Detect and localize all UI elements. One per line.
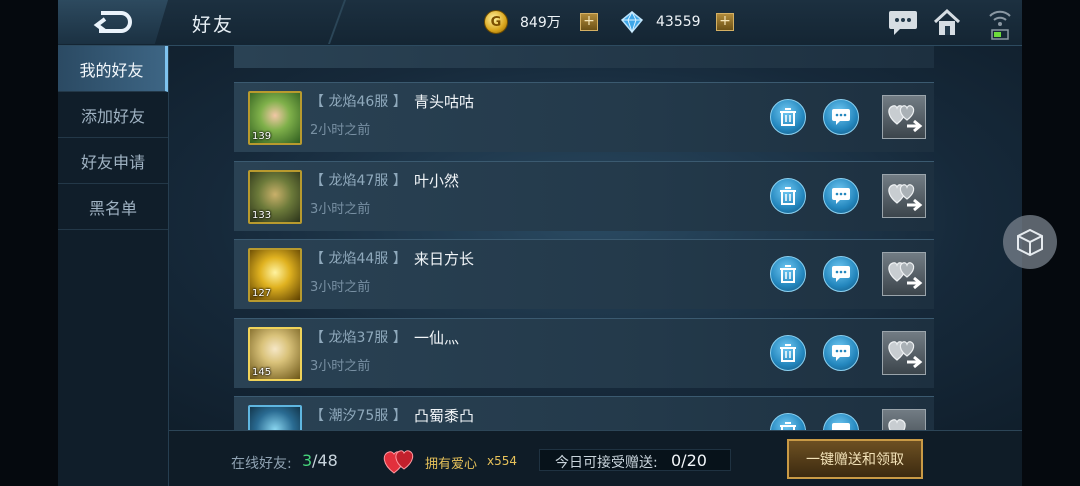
wifi-battery-icon: [983, 6, 1017, 40]
online-friends-label: 在线好友:: [231, 456, 292, 472]
partial-list-item: [234, 46, 934, 68]
left-letterbox: [0, 0, 58, 486]
avatar[interactable]: 127: [248, 248, 302, 302]
friend-name: 凸蜀黍凸: [414, 407, 475, 425]
heart-send-icon: [888, 105, 923, 133]
title-divider: [327, 0, 347, 44]
chat-bubble-icon: [832, 109, 850, 125]
sidebar-item-blacklist[interactable]: 黑名单: [58, 184, 168, 230]
chat-friend-button[interactable]: [823, 335, 859, 371]
chat-icon[interactable]: [886, 6, 920, 40]
heart-send-icon: [888, 341, 923, 369]
gold-coin-icon: G: [484, 10, 508, 34]
receive-limit-label: 今日可接受赠送:: [555, 455, 658, 471]
receive-limit-value: 0/20: [671, 451, 707, 470]
back-button[interactable]: [58, 0, 168, 44]
page-title: 好友: [192, 14, 235, 36]
diamond-value: 43559: [656, 14, 701, 30]
home-icon[interactable]: [930, 6, 964, 40]
delete-friend-button[interactable]: [770, 99, 806, 135]
gold-value: 849万: [520, 15, 561, 31]
sidebar-item-my-friends[interactable]: 我的好友: [58, 46, 168, 92]
chat-friend-button[interactable]: [823, 99, 859, 135]
send-and-claim-all-button[interactable]: 一键赠送和领取: [787, 439, 923, 479]
friend-name: 来日方长: [414, 250, 475, 268]
friend-name: 一仙灬: [414, 329, 460, 347]
friend-list[interactable]: 139 【 龙焰46服 】 青头咕咕 2小时之前 133 【 龙焰47服 】 叶…: [234, 46, 934, 430]
total-friends-count: /48: [312, 451, 338, 470]
avatar[interactable]: 139: [248, 91, 302, 145]
level-badge: 139: [252, 131, 272, 142]
bottom-bar: 在线好友: 3 /48 拥有爱心 x554 今日可接受赠送: 0/20 一键赠送…: [169, 430, 1022, 486]
delete-friend-button[interactable]: [770, 335, 806, 371]
heart-send-icon: [888, 184, 923, 212]
trash-icon: [780, 422, 796, 430]
top-bar: 好友 G 849万 + 43559 +: [58, 0, 1022, 46]
diamond-icon: [620, 10, 644, 34]
send-love-button[interactable]: [882, 252, 926, 296]
delete-friend-button[interactable]: [770, 256, 806, 292]
chat-bubble-icon: [832, 345, 850, 361]
chat-bubble-icon: [832, 188, 850, 204]
server-tag: 【 龙焰37服 】: [310, 330, 407, 346]
back-arrow-icon: [93, 11, 132, 33]
love-hearts-icon: [382, 447, 416, 475]
send-love-button[interactable]: [882, 409, 926, 430]
friend-name: 青头咕咕: [414, 93, 475, 111]
friend-row: 【 潮汐75服 】 凸蜀黍凸: [234, 396, 934, 430]
sidebar: 我的好友 添加好友 好友申请 黑名单: [58, 46, 169, 486]
avatar[interactable]: 145: [248, 327, 302, 381]
chat-bubble-icon: [832, 266, 850, 282]
add-diamond-button[interactable]: +: [716, 13, 734, 31]
last-online: 3小时之前: [310, 359, 371, 374]
floating-menu-button[interactable]: [1003, 215, 1057, 269]
last-online: 2小时之前: [310, 123, 371, 138]
send-love-button[interactable]: [882, 331, 926, 375]
trash-icon: [780, 265, 796, 283]
send-love-button[interactable]: [882, 95, 926, 139]
delete-friend-button[interactable]: [770, 413, 806, 430]
love-label: 拥有爱心: [425, 457, 478, 472]
friend-row: 145 【 龙焰37服 】 一仙灬 3小时之前: [234, 318, 934, 388]
heart-send-icon: [888, 262, 923, 290]
add-gold-button[interactable]: +: [580, 13, 598, 31]
last-online: 3小时之前: [310, 280, 371, 295]
server-tag: 【 龙焰44服 】: [310, 251, 407, 267]
diamond-currency: 43559 +: [620, 10, 734, 34]
friend-name: 叶小然: [414, 172, 460, 190]
trash-icon: [780, 108, 796, 126]
cube-icon: [1017, 228, 1043, 257]
heart-send-icon: [888, 419, 906, 430]
level-badge: 145: [252, 367, 272, 378]
sidebar-item-add-friend[interactable]: 添加好友: [58, 92, 168, 138]
level-badge: 127: [252, 288, 272, 299]
friend-row: 133 【 龙焰47服 】 叶小然 3小时之前: [234, 161, 934, 231]
chat-bubble-icon: [832, 423, 850, 430]
avatar[interactable]: [248, 405, 302, 430]
delete-friend-button[interactable]: [770, 178, 806, 214]
gold-currency: G 849万 +: [484, 10, 598, 34]
level-badge: 133: [252, 210, 272, 221]
trash-icon: [780, 187, 796, 205]
online-friends-count: 3: [302, 451, 313, 470]
server-tag: 【 龙焰47服 】: [310, 173, 407, 189]
friend-row: 127 【 龙焰44服 】 来日方长 3小时之前: [234, 239, 934, 309]
send-love-button[interactable]: [882, 174, 926, 218]
love-count: x554: [487, 454, 518, 468]
server-tag: 【 龙焰46服 】: [310, 94, 407, 110]
server-tag: 【 潮汐75服 】: [310, 408, 407, 424]
friend-row: 139 【 龙焰46服 】 青头咕咕 2小时之前: [234, 82, 934, 152]
chat-friend-button[interactable]: [823, 256, 859, 292]
chat-friend-button[interactable]: [823, 413, 859, 430]
last-online: 3小时之前: [310, 202, 371, 217]
sidebar-item-friend-requests[interactable]: 好友申请: [58, 138, 168, 184]
avatar[interactable]: 133: [248, 170, 302, 224]
trash-icon: [780, 344, 796, 362]
chat-friend-button[interactable]: [823, 178, 859, 214]
